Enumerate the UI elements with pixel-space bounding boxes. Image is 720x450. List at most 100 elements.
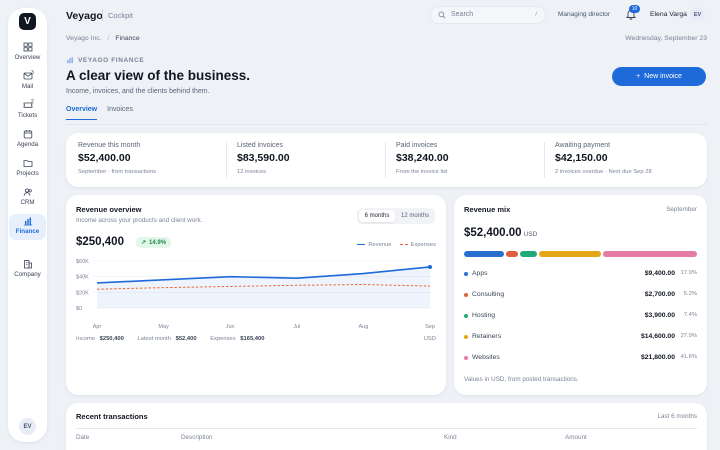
divider [66,124,707,125]
x-tick-label: Sep [425,324,435,330]
sidebar-item-tickets[interactable]: 2 Tickets [9,98,46,124]
mix-total-value: $52,400.00 [464,227,522,239]
transactions-range[interactable]: Last 6 months [657,413,697,420]
sidebar-item-projects[interactable]: Projects [9,156,46,182]
kpi-note: 2 invoices overdue · Next due Sep 28 [555,169,652,175]
mix-name: Websites [472,354,500,361]
mix-row-hosting[interactable]: Hosting $3,900.00 7.4% [464,311,697,323]
topbar: Veyago Cockpit Search / Managing directo… [66,0,712,30]
mix-percent: 7.4% [683,312,697,318]
income-value: $250,400 [99,336,124,342]
search-input[interactable]: Search / [430,6,546,24]
kpi-label: Listed invoices [237,142,283,149]
breadcrumb-separator: / [107,35,110,42]
x-tick-label: Apr [93,324,102,330]
plus-icon: + [636,73,641,80]
mix-name: Consulting [472,291,505,298]
new-invoice-button[interactable]: + New invoice [612,67,706,86]
divider [385,142,386,178]
sidebar-item-label: Overview [14,54,41,61]
user-name[interactable]: Elena Varga [650,11,687,18]
revenue-line-chart: $60K $40K $20K $0 Apr May Jun Jul Aug Sep [76,259,435,330]
sidebar-item-company[interactable]: Company [9,257,46,283]
bar-chart-icon [23,217,32,226]
folder-icon [23,160,32,167]
calendar-icon [23,130,32,139]
tab-invoices[interactable]: Invoices [107,106,133,120]
revenue-footer: Income $250,400 Latest month $52,400 Exp… [76,336,436,342]
arrow-up-right-icon: ↗ [141,240,147,246]
sidebar-item-label: CRM [20,199,35,206]
tab-overview[interactable]: Overview [66,106,98,120]
expenses-value: $165,400 [240,336,265,342]
legend-dot [464,314,468,318]
search-placeholder: Search [451,11,474,18]
mix-segment-websites [603,251,698,257]
building-icon [23,260,32,269]
mix-total: $52,400.00 USD [464,227,537,239]
y-tick-label: $40K [76,275,89,281]
card-title: Revenue overview [76,205,142,214]
sidebar-item-label: Company [14,271,41,278]
column-header-description[interactable]: Description [181,434,213,441]
app-logo[interactable]: V [19,13,36,30]
mix-row-websites[interactable]: Websites $21,800.00 41.6% [464,353,697,365]
chart-legend: Revenue Expenses [357,242,436,248]
kpi-value: $83,590.00 [237,152,290,164]
column-header-amount[interactable]: Amount [565,434,587,441]
range-12-months[interactable]: 12 months [397,210,433,222]
x-tick-label: Aug [359,324,369,330]
breadcrumb: Veyago Inc. / Finance [66,35,140,42]
kpi-value: $38,240.00 [396,152,449,164]
kpi-note: From the invoice list [396,169,448,175]
mix-segment-consulting [506,251,518,257]
tickets-badge: 2 [31,99,34,105]
search-icon [438,11,446,19]
mix-month: September [666,206,697,213]
legend-label: Revenue [368,242,392,248]
kpi-awaiting-payment: Awaiting payment $42,150.00 2 invoices o… [555,142,705,175]
card-title: Recent transactions [76,412,148,421]
sidebar-item-crm[interactable]: CRM [9,185,46,211]
kpi-label: Revenue this month [78,142,141,149]
revenue-mix-card: Revenue mix September $52,400.00 USD Apps… [454,195,707,395]
y-tick-label: $20K [76,290,89,296]
sidebar-item-label: Mail [21,83,34,90]
new-invoice-label: New invoice [644,73,682,80]
mix-row-apps[interactable]: Apps $9,400.00 17.9% [464,269,697,281]
breadcrumb-root[interactable]: Veyago Inc. [66,35,102,42]
expenses-label: Expenses [210,336,236,342]
legend-expenses: Expenses [399,242,436,248]
mix-percent: 5.2% [683,291,697,297]
sidebar-item-label: Finance [15,228,40,235]
range-6-months[interactable]: 6 months [359,210,395,222]
sidebar-item-label: Agenda [16,141,39,148]
kpi-strip: Revenue this month $52,400.00 September … [66,133,707,187]
mix-percent: 27.9% [680,333,697,339]
mix-segment-apps [464,251,505,257]
mix-amount: $9,400.00 [644,270,675,277]
kpi-label: Paid invoices [396,142,438,149]
notification-badge: 10 [629,5,640,13]
column-header-kind[interactable]: Kind [444,434,457,441]
sidebar-item-finance[interactable]: Finance [9,214,46,240]
column-header-date[interactable]: Date [76,434,89,441]
sidebar-item-overview[interactable]: Overview [9,40,46,66]
sidebar-item-agenda[interactable]: Agenda [9,127,46,153]
revenue-total: $250,400 [76,236,124,248]
revenue-latest-point[interactable] [428,264,432,269]
mix-percent: 41.6% [680,354,697,360]
user-avatar[interactable]: EV [690,7,705,22]
brand-section: Cockpit [108,11,134,20]
avatar[interactable]: EV [19,418,36,435]
sidebar-item-label: Tickets [17,112,38,119]
mix-row-retainers[interactable]: Retainers $14,600.00 27.9% [464,332,697,344]
brand-name: Veyago [66,10,103,22]
brand-divider [102,9,103,21]
mail-badge: 3 [31,70,34,76]
mix-amount: $14,600.00 [640,333,675,340]
mix-row-consulting[interactable]: Consulting $2,700.00 5.2% [464,290,697,302]
legend-dot [464,356,468,360]
current-date: Wednesday, September 23 [625,35,707,42]
sidebar-item-mail[interactable]: 3 Mail [9,69,46,95]
